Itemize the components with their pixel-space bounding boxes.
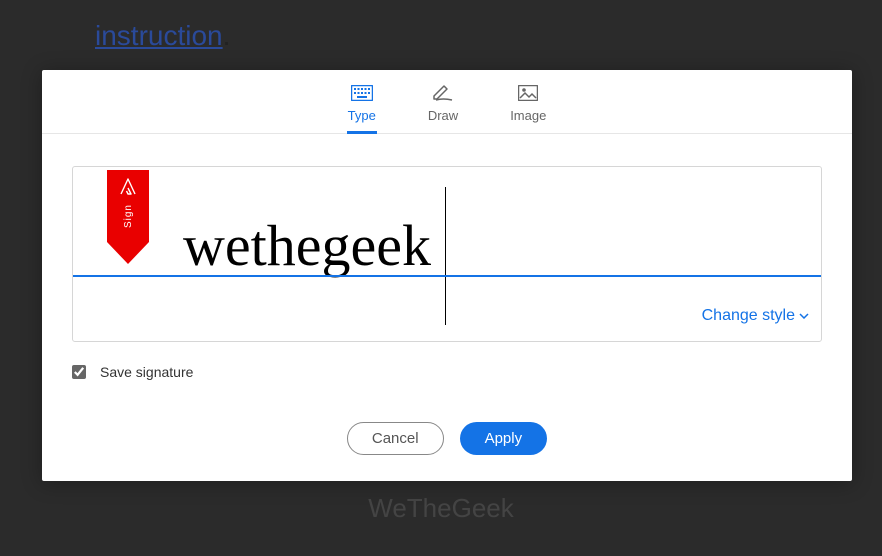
ribbon-label: Sign [123,204,134,228]
keyboard-icon [351,84,373,102]
background-text: instruction. [95,20,230,52]
text-caret [445,187,446,325]
save-signature-checkbox[interactable] [72,365,86,379]
signature-typed-text: wethegeek [183,217,431,275]
dialog-body: Sign wethegeek Change style Save signatu… [42,134,852,400]
dialog-actions: Cancel Apply [42,400,852,481]
cancel-button[interactable]: Cancel [347,422,444,455]
chevron-down-icon [799,313,809,319]
change-style-link[interactable]: Change style [702,307,809,325]
pen-icon [432,84,454,102]
watermark-text: WeTheGeek [368,493,513,524]
adobe-sign-ribbon: Sign [107,170,149,270]
image-icon [517,84,539,102]
tab-label: Draw [428,108,458,123]
save-signature-row: Save signature [72,364,822,380]
signature-box: Sign wethegeek Change style [72,166,822,342]
save-signature-label: Save signature [100,364,193,380]
signature-input[interactable]: wethegeek [183,185,803,275]
signature-dialog: Type Draw Image [42,70,852,481]
signature-baseline [73,275,821,277]
tab-image[interactable]: Image [504,80,552,133]
tab-type[interactable]: Type [342,80,382,133]
adobe-logo-icon [117,176,139,198]
apply-button[interactable]: Apply [460,422,548,455]
tab-label: Image [510,108,546,123]
tab-draw[interactable]: Draw [422,80,464,133]
change-style-label: Change style [702,307,795,325]
signature-tabs: Type Draw Image [42,70,852,134]
background-link: instruction [95,20,223,51]
tab-label: Type [348,108,376,123]
